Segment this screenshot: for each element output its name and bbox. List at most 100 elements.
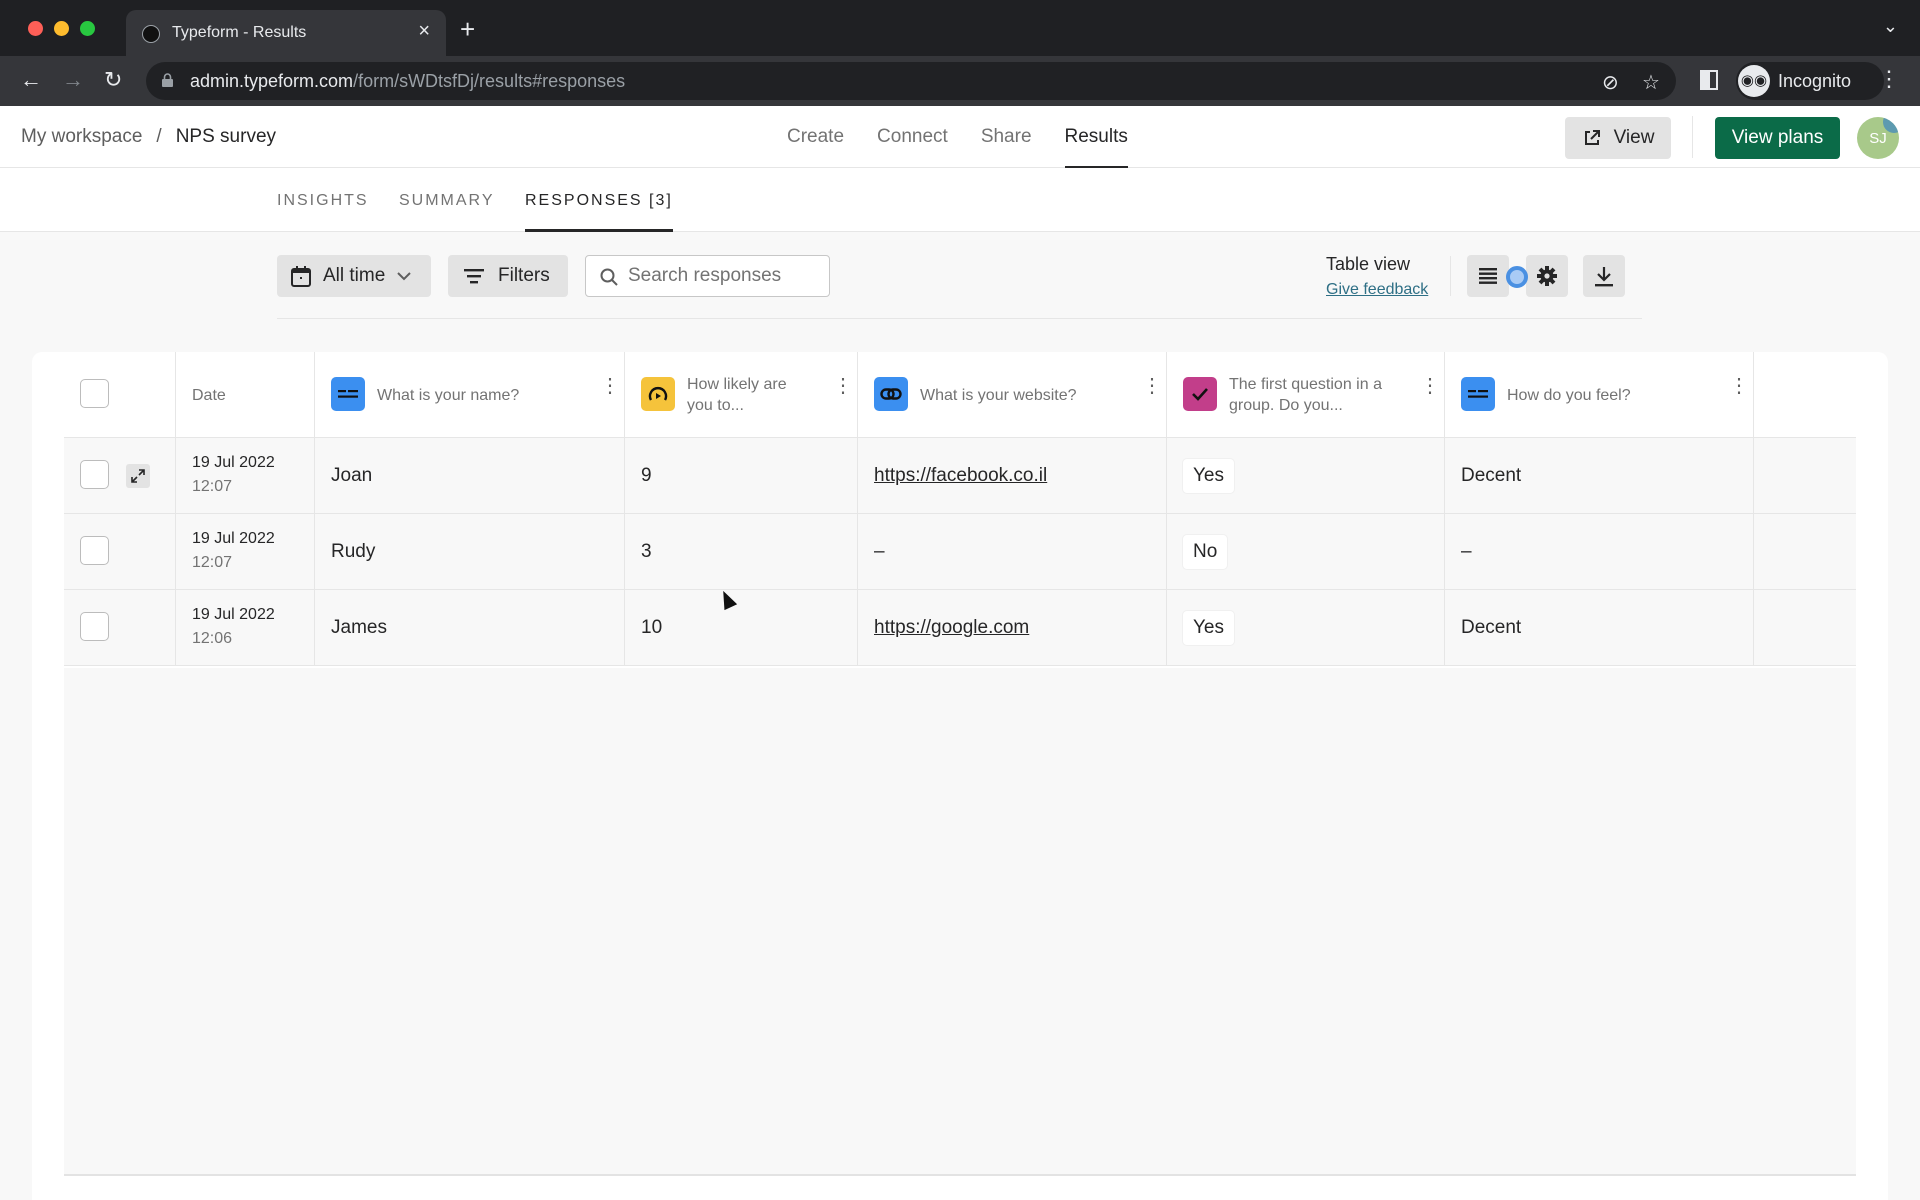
main-nav: Create Connect Share Results <box>787 106 1161 169</box>
select-all-checkbox[interactable] <box>80 379 109 408</box>
row-checkbox[interactable] <box>80 460 109 489</box>
filters-button[interactable]: Filters <box>448 255 568 297</box>
view-toggle-indicator[interactable] <box>1506 266 1528 288</box>
close-window-button[interactable] <box>28 21 43 36</box>
new-tab-button[interactable]: + <box>460 14 475 45</box>
header-date-label: Date <box>192 387 226 404</box>
header-nps-question[interactable]: How likely are you to... ⋮ <box>625 352 858 437</box>
tab-title: Typeform - Results <box>172 24 307 41</box>
browser-titlebar: Typeform - Results × + ⌄ <box>0 0 1920 56</box>
avatar[interactable]: SJ <box>1857 117 1899 159</box>
external-link-icon <box>1584 130 1600 145</box>
column-menu-icon[interactable]: ⋮ <box>600 376 620 396</box>
website-link[interactable]: https://google.com <box>874 617 1029 639</box>
header-group-question[interactable]: The first question in a group. Do you...… <box>1167 352 1445 437</box>
table-view-info: Table view Give feedback <box>1326 254 1428 299</box>
tab-summary[interactable]: SUMMARY <box>399 192 495 232</box>
score-value: 10 <box>641 617 663 638</box>
tab-insights[interactable]: INSIGHTS <box>277 192 369 232</box>
header-feel-question[interactable]: How do you feel? ⋮ <box>1445 352 1754 437</box>
maximize-window-button[interactable] <box>80 21 95 36</box>
close-tab-icon[interactable]: × <box>418 20 430 43</box>
search-responses-field[interactable] <box>585 255 830 297</box>
date-range-dropdown[interactable]: All time <box>277 255 431 297</box>
side-panel-icon[interactable] <box>1700 70 1718 90</box>
column-menu-icon[interactable]: ⋮ <box>833 376 853 396</box>
feel-cell: Decent <box>1445 590 1754 665</box>
table-row[interactable]: 19 Jul 2022 12:07 Rudy 3 – No – <box>64 514 1856 590</box>
back-arrow-icon[interactable]: ← <box>20 67 42 93</box>
row-checkbox[interactable] <box>80 536 109 565</box>
view-mode-label: Table view <box>1326 254 1411 274</box>
expand-response-button[interactable] <box>126 464 150 488</box>
website-empty: – <box>874 541 885 562</box>
header-name-question[interactable]: What is your name? ⋮ <box>315 352 625 437</box>
address-bar[interactable]: admin.typeform.com/form/sWDtsfDj/results… <box>146 62 1676 100</box>
nav-create[interactable]: Create <box>787 106 844 168</box>
browser-tab[interactable]: Typeform - Results × <box>126 10 446 56</box>
column-menu-icon[interactable]: ⋮ <box>1142 376 1162 396</box>
header-feel-label: How do you feel? <box>1507 387 1631 404</box>
short-text-icon <box>331 377 365 411</box>
tab-responses[interactable]: RESPONSES [3] <box>525 192 673 232</box>
table-empty-area <box>64 668 1856 1176</box>
name-value: James <box>331 617 387 638</box>
view-form-button[interactable]: View <box>1565 117 1671 159</box>
forward-arrow-icon[interactable]: → <box>62 67 84 93</box>
typeform-favicon-icon <box>142 25 160 43</box>
row-select-cell <box>64 438 176 513</box>
breadcrumb-form[interactable]: NPS survey <box>176 126 276 147</box>
select-all-cell <box>64 352 176 437</box>
header-date[interactable]: Date <box>176 352 315 437</box>
expand-arrows-icon <box>131 469 145 483</box>
checkmark-icon <box>1183 377 1217 411</box>
website-link[interactable]: https://facebook.co.il <box>874 465 1047 487</box>
nav-results[interactable]: Results <box>1064 106 1129 169</box>
header-website-question[interactable]: What is your website? ⋮ <box>858 352 1167 437</box>
download-button[interactable] <box>1583 255 1625 297</box>
response-date: 19 Jul 2022 <box>192 454 275 471</box>
score-cell: 9 <box>625 438 858 513</box>
tab-search-chevron-icon[interactable]: ⌄ <box>1883 16 1898 37</box>
name-cell: Joan <box>315 438 625 513</box>
header-name-label: What is your name? <box>377 387 520 404</box>
name-cell: Rudy <box>315 514 625 589</box>
feel-value: Decent <box>1461 617 1522 638</box>
minimize-window-button[interactable] <box>54 21 69 36</box>
table-row[interactable]: 19 Jul 2022 12:07 Joan 9 https://faceboo… <box>64 438 1856 514</box>
reload-icon[interactable]: ↻ <box>104 67 122 93</box>
date-range-label: All time <box>323 265 386 286</box>
browser-menu-icon[interactable]: ⋮ <box>1878 66 1900 92</box>
group-cell: Yes <box>1167 438 1445 513</box>
breadcrumb-separator: / <box>156 126 162 147</box>
response-date: 19 Jul 2022 <box>192 530 275 547</box>
search-input[interactable] <box>628 265 823 287</box>
bookmark-star-icon[interactable]: ☆ <box>1642 70 1660 95</box>
typeform-page: My workspace / NPS survey Create Connect S… <box>0 106 1920 1200</box>
table-layout-button[interactable] <box>1467 255 1509 297</box>
website-cell: – <box>858 514 1167 589</box>
date-cell: 19 Jul 2022 12:06 <box>176 590 315 665</box>
browser-toolbar: ← → ↻ admin.typeform.com/form/sWDtsfDj/r… <box>0 56 1920 106</box>
table-row[interactable]: 19 Jul 2022 12:06 James 10 https://googl… <box>64 590 1856 666</box>
column-menu-icon[interactable]: ⋮ <box>1420 376 1440 396</box>
download-icon <box>1595 267 1613 287</box>
view-plans-button[interactable]: View plans <box>1715 117 1840 159</box>
incognito-profile-button[interactable]: ◉◉ Incognito <box>1736 62 1884 100</box>
app-header: My workspace / NPS survey Create Connect S… <box>0 106 1920 169</box>
breadcrumb-workspace[interactable]: My workspace <box>21 126 142 147</box>
feel-cell: – <box>1445 514 1754 589</box>
nav-share[interactable]: Share <box>981 106 1032 168</box>
header-website-label: What is your website? <box>920 387 1077 404</box>
breadcrumb: My workspace / NPS survey <box>21 126 276 148</box>
nav-connect[interactable]: Connect <box>877 106 948 168</box>
response-time: 12:07 <box>192 554 233 571</box>
short-text-icon <box>1461 377 1495 411</box>
header-group-label: The first question in a group. Do you... <box>1229 376 1382 414</box>
tracking-eye-slash-icon[interactable]: ⊘ <box>1602 70 1619 95</box>
give-feedback-link[interactable]: Give feedback <box>1326 281 1428 299</box>
column-menu-icon[interactable]: ⋮ <box>1729 376 1749 396</box>
table-settings-button[interactable] <box>1526 255 1568 297</box>
nps-gauge-icon <box>641 377 675 411</box>
row-checkbox[interactable] <box>80 612 109 641</box>
